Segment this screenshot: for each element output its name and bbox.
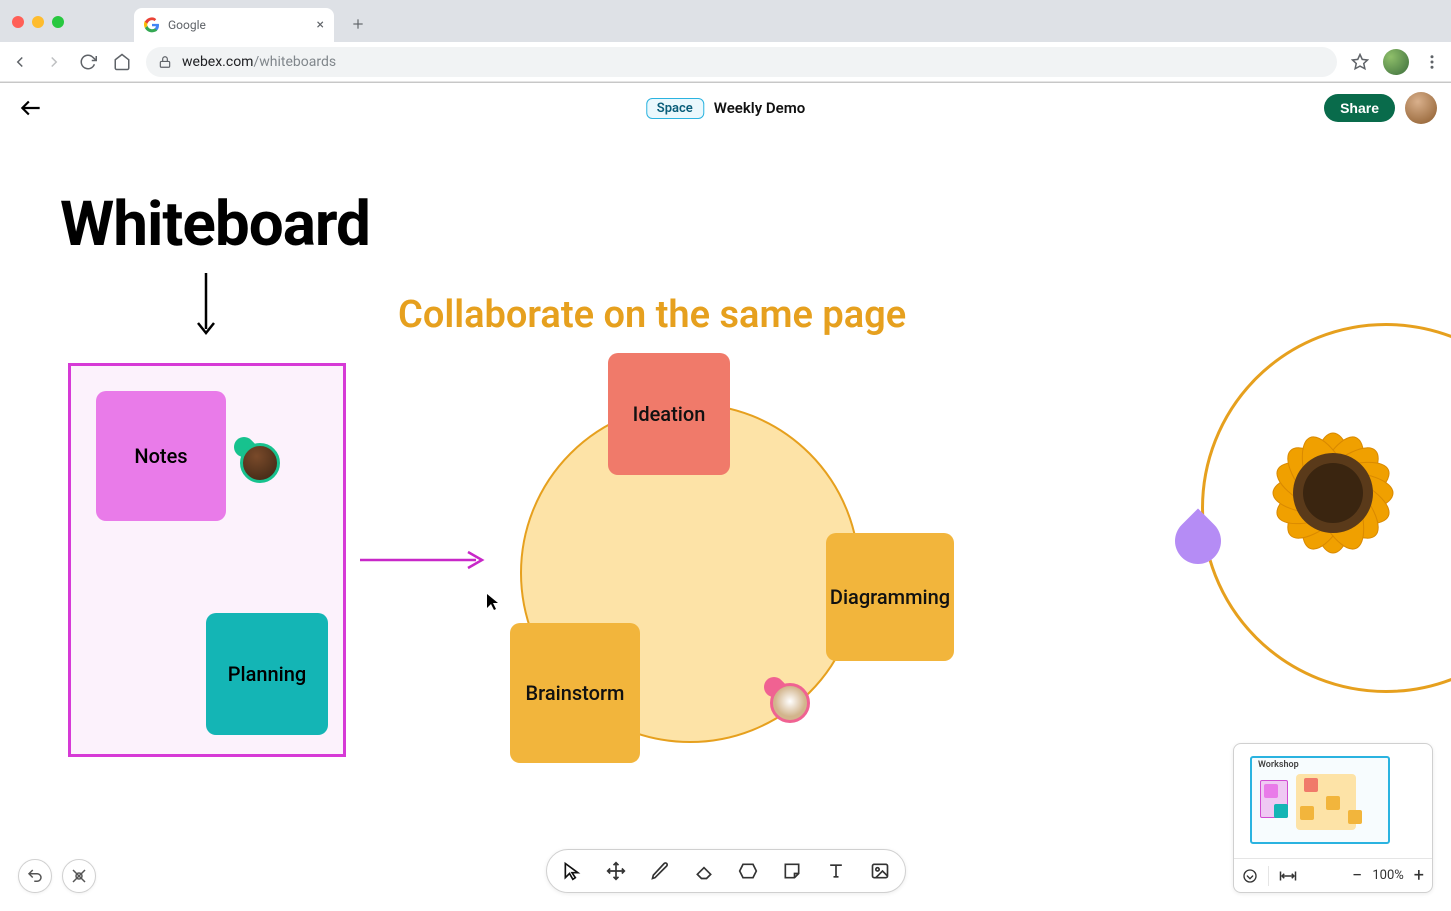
zoom-out-button[interactable]: − bbox=[1352, 865, 1362, 886]
sunflower-image[interactable] bbox=[1233, 393, 1433, 593]
browser-tab-title: Google bbox=[168, 18, 206, 32]
minimap-footer: − 100% + bbox=[1234, 858, 1432, 892]
minimap-shape-icon bbox=[1304, 778, 1318, 792]
share-button[interactable]: Share bbox=[1324, 94, 1395, 122]
select-tool[interactable] bbox=[561, 860, 583, 882]
zoom-level[interactable]: 100% bbox=[1372, 868, 1403, 883]
nav-back-button[interactable] bbox=[10, 52, 30, 72]
browser-toolbar: webex.com/whiteboards bbox=[0, 42, 1451, 82]
tool-toolbar bbox=[546, 849, 906, 893]
bottom-left-controls bbox=[18, 859, 96, 893]
zoom-in-button[interactable]: + bbox=[1414, 865, 1424, 886]
minimap-label: Workshop bbox=[1258, 760, 1299, 770]
sticky-note-planning[interactable]: Planning bbox=[206, 613, 328, 735]
fit-width-icon[interactable] bbox=[1279, 869, 1297, 883]
new-tab-button[interactable] bbox=[344, 10, 372, 38]
minimap-shape-icon bbox=[1274, 804, 1288, 818]
window-controls bbox=[12, 16, 64, 28]
lock-icon bbox=[158, 55, 172, 69]
close-tab-icon[interactable]: × bbox=[317, 17, 324, 33]
magnet-snap-button[interactable] bbox=[62, 859, 96, 893]
window-close-icon[interactable] bbox=[12, 16, 24, 28]
pan-tool[interactable] bbox=[605, 860, 627, 882]
sticky-note-ideation[interactable]: Ideation bbox=[608, 353, 730, 475]
reload-button[interactable] bbox=[78, 52, 98, 72]
home-button[interactable] bbox=[112, 52, 132, 72]
canvas-subtitle[interactable]: Collaborate on the same page bbox=[398, 293, 906, 337]
bookmark-star-icon[interactable] bbox=[1351, 53, 1369, 71]
window-minimize-icon[interactable] bbox=[32, 16, 44, 28]
sticky-note-notes[interactable]: Notes bbox=[96, 391, 226, 521]
address-bar[interactable]: webex.com/whiteboards bbox=[146, 47, 1337, 77]
whiteboard-app: Space Weekly Demo Share Whiteboard Colla… bbox=[0, 83, 1451, 911]
browser-tab[interactable]: Google × bbox=[134, 8, 334, 42]
browser-chrome: Google × webex.com/whiteboards bbox=[0, 0, 1451, 83]
canvas-title[interactable]: Whiteboard bbox=[60, 188, 370, 261]
whiteboard-canvas[interactable]: Whiteboard Collaborate on the same page … bbox=[0, 133, 1451, 911]
profile-avatar-icon[interactable] bbox=[1383, 49, 1409, 75]
sticky-note-tool[interactable] bbox=[781, 860, 803, 882]
nav-forward-button[interactable] bbox=[44, 52, 64, 72]
mouse-cursor-icon bbox=[486, 593, 500, 611]
minimap-shape-icon bbox=[1326, 796, 1340, 810]
sticky-note-brainstorm[interactable]: Brainstorm bbox=[510, 623, 640, 763]
minimap-menu-icon[interactable] bbox=[1242, 868, 1258, 884]
space-badge[interactable]: Space bbox=[646, 98, 704, 119]
kebab-menu-icon[interactable] bbox=[1423, 53, 1441, 71]
presence-cursor-user1 bbox=[240, 443, 284, 487]
document-title-group: Space Weekly Demo bbox=[646, 98, 805, 119]
tab-strip: Google × bbox=[0, 0, 1451, 42]
google-favicon-icon bbox=[144, 17, 160, 33]
shapes-tool[interactable] bbox=[737, 860, 759, 882]
minimap[interactable]: Workshop − 100% + bbox=[1233, 743, 1433, 893]
arrow-down-icon bbox=[196, 273, 216, 339]
window-maximize-icon[interactable] bbox=[52, 16, 64, 28]
presence-avatar-icon bbox=[240, 443, 280, 483]
undo-button[interactable] bbox=[18, 859, 52, 893]
document-title[interactable]: Weekly Demo bbox=[714, 99, 805, 117]
sticky-note-diagramming[interactable]: Diagramming bbox=[826, 533, 954, 661]
user-avatar[interactable] bbox=[1405, 92, 1437, 124]
app-header: Space Weekly Demo Share bbox=[0, 83, 1451, 133]
pen-tool[interactable] bbox=[649, 860, 671, 882]
eraser-tool[interactable] bbox=[693, 860, 715, 882]
arrow-right-icon bbox=[360, 548, 490, 572]
minimap-canvas[interactable]: Workshop bbox=[1240, 750, 1426, 852]
minimap-shape-icon bbox=[1348, 810, 1362, 824]
minimap-shape-icon bbox=[1300, 806, 1314, 820]
url-text: webex.com/whiteboards bbox=[182, 54, 336, 70]
text-tool[interactable] bbox=[825, 860, 847, 882]
presence-avatar-icon bbox=[770, 683, 810, 723]
presence-cursor-user2 bbox=[770, 683, 814, 727]
back-button[interactable] bbox=[14, 91, 48, 125]
image-tool[interactable] bbox=[869, 860, 891, 882]
minimap-shape-icon bbox=[1264, 784, 1278, 798]
